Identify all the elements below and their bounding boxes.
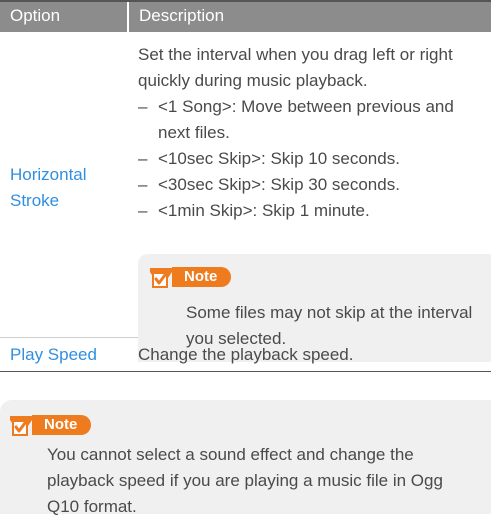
page-note: Note You cannot select a sound effect an…	[0, 400, 491, 516]
description-play-speed: Change the playback speed.	[138, 345, 354, 364]
bullet-text: <10sec Skip>: Skip 10 seconds.	[158, 149, 400, 168]
list-item: – <10sec Skip>: Skip 10 seconds.	[138, 146, 488, 172]
list-item: – <1min Skip>: Skip 1 minute.	[138, 198, 488, 224]
note-badge: Note	[8, 412, 92, 438]
bullet-text: <1 Song>: Move between previous and next…	[158, 97, 454, 142]
dash-icon: –	[138, 97, 148, 116]
note-badge: Note	[148, 264, 232, 290]
note-check-icon	[150, 268, 172, 288]
dash-icon: –	[138, 149, 148, 168]
bullet-text: <30sec Skip>: Skip 30 seconds.	[158, 175, 400, 194]
header-option: Option	[10, 6, 61, 25]
option-horizontal-stroke: Horizontal Stroke	[10, 165, 87, 210]
description-intro: Set the interval when you drag left or r…	[138, 45, 453, 90]
dash-icon: –	[138, 201, 148, 220]
note-text: You cannot select a sound effect and cha…	[47, 445, 443, 516]
note-check-icon	[10, 416, 32, 436]
table-row-play-speed: Play Speed Change the playback speed.	[0, 338, 491, 372]
list-item: – <1 Song>: Move between previous and nex…	[138, 94, 488, 146]
note-label: Note	[172, 267, 232, 287]
bullet-text: <1min Skip>: Skip 1 minute.	[158, 201, 370, 220]
header-description: Description	[127, 2, 491, 32]
note-label: Note	[32, 415, 92, 435]
table-header: Option Description	[0, 0, 491, 32]
table-row-horizontal-stroke: Horizontal Stroke Set the interval when …	[0, 32, 491, 362]
dash-icon: –	[138, 175, 148, 194]
option-play-speed: Play Speed	[10, 345, 97, 364]
list-item: – <30sec Skip>: Skip 30 seconds.	[138, 172, 488, 198]
bullet-list: – <1 Song>: Move between previous and nex…	[138, 94, 488, 224]
